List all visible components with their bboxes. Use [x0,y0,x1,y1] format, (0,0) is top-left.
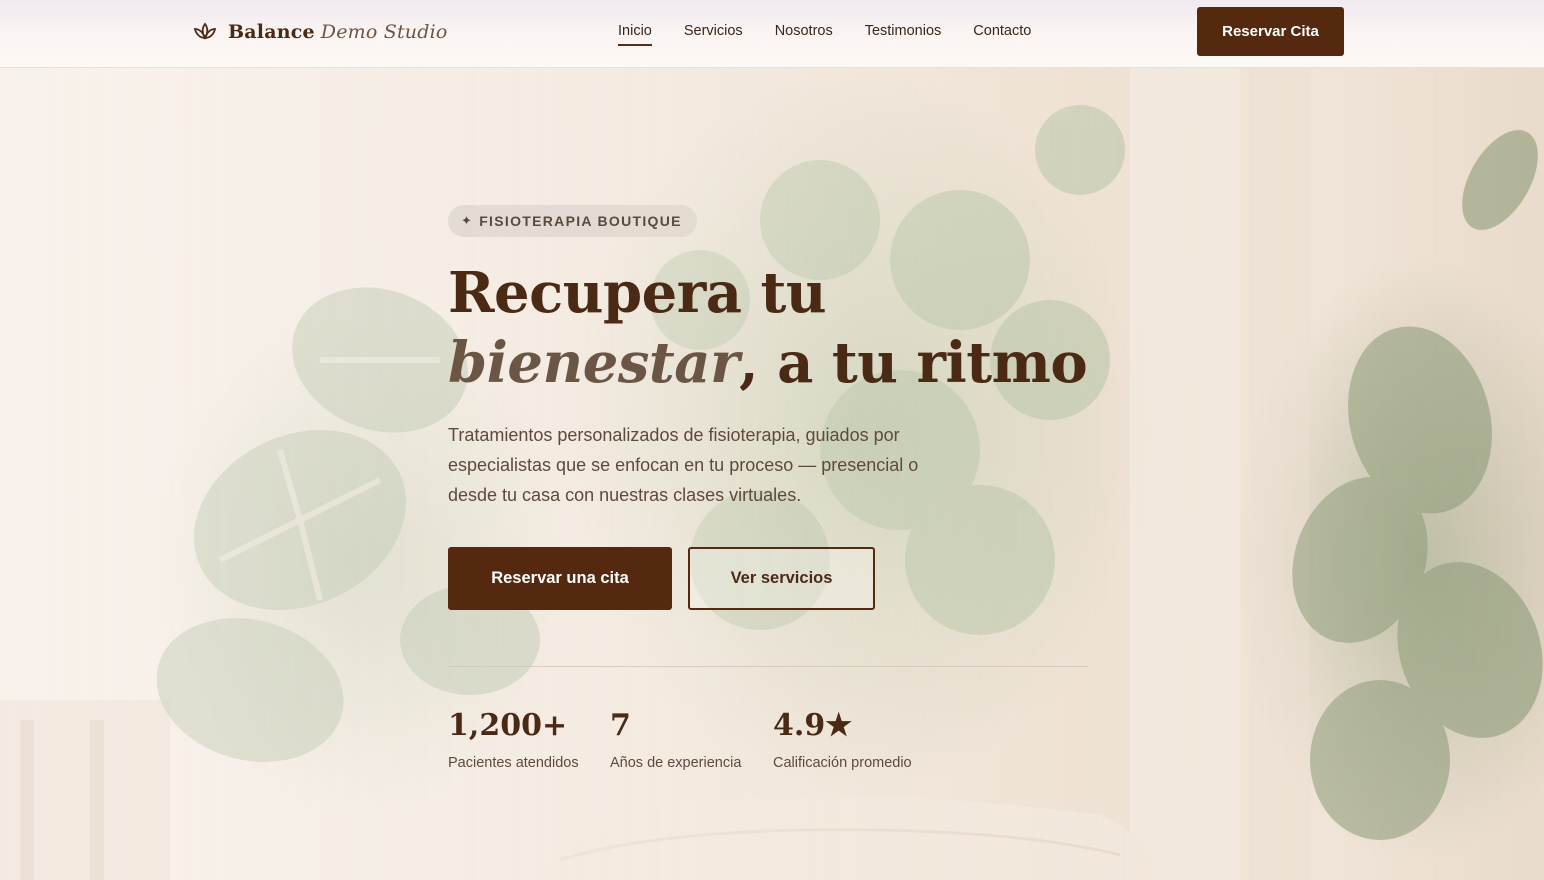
stat-label: Calificación promedio [773,755,912,771]
stat-pacientes: 1,200+ Pacientes atendidos [448,706,579,771]
hero-title-rest: , a tu ritmo [739,330,1088,396]
ver-servicios-button[interactable]: Ver servicios [688,547,875,610]
stat-calificacion: 4.9★ Calificación promedio [773,706,912,771]
nav-link-inicio[interactable]: Inicio [618,22,652,46]
brand-name: Balance [228,21,315,43]
hero-title-line1: Recupera tu [448,260,827,326]
brand-subtitle: Demo Studio [320,21,448,43]
nav-link-contacto[interactable]: Contacto [973,22,1031,46]
badge-text: FISIOTERAPIA BOUTIQUE [479,213,682,229]
reservar-una-cita-button[interactable]: Reservar una cita [448,547,672,610]
stat-label: Pacientes atendidos [448,755,579,771]
nav-link-servicios[interactable]: Servicios [684,22,743,46]
site-header: Balance Demo Studio Inicio Servicios Nos… [0,0,1544,68]
nav-link-nosotros[interactable]: Nosotros [775,22,833,46]
hero-title-emphasis: bienestar [448,330,740,396]
sparkle-icon: ✦ [461,213,474,228]
stat-experiencia: 7 Años de experiencia [610,706,741,771]
lotus-icon [193,22,217,40]
stats-divider [448,666,1088,667]
reservar-cita-button[interactable]: Reservar Cita [1197,7,1344,56]
category-badge: ✦ FISIOTERAPIA BOUTIQUE [448,205,697,237]
stat-value: 4.9★ [773,708,853,743]
nav-link-testimonios[interactable]: Testimonios [865,22,942,46]
hero-title: Recupera tu bienestar, a tu ritmo [448,258,1148,398]
main-nav: Inicio Servicios Nosotros Testimonios Co… [618,22,1063,46]
brand-logo[interactable]: Balance Demo Studio [192,17,448,47]
stat-value: 1,200+ [448,708,568,743]
stat-label: Años de experiencia [610,755,742,771]
stat-value: 7 [610,708,631,743]
hero-description: Tratamientos personalizados de fisiotera… [448,425,919,505]
